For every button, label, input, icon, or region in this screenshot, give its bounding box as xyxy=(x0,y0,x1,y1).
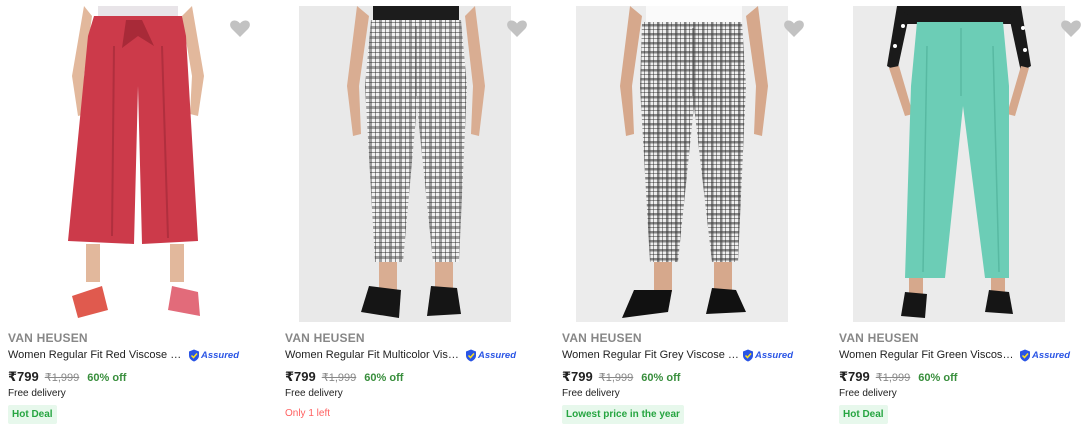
wishlist-heart-icon[interactable] xyxy=(782,16,806,40)
discount-percent: 60% off xyxy=(364,372,404,384)
product-brand: VAN HEUSEN xyxy=(839,331,919,345)
product-image[interactable] xyxy=(22,6,234,322)
product-image[interactable] xyxy=(576,6,788,322)
assured-badge: Assured xyxy=(188,349,239,362)
discount-percent: 60% off xyxy=(87,372,127,384)
product-title-row[interactable]: Women Regular Fit Grey Viscose Rayon Tro… xyxy=(562,347,824,363)
assured-shield-icon xyxy=(743,349,753,361)
assured-shield-icon xyxy=(189,349,199,361)
price-row: ₹799 ₹1,999 60% off xyxy=(8,369,126,385)
stock-note: Only 1 left xyxy=(285,408,331,419)
product-title-row[interactable]: Women Regular Fit Green Viscose Rayon Tr… xyxy=(839,347,1086,363)
delivery-info: Free delivery xyxy=(562,388,620,399)
selling-price: ₹799 xyxy=(8,369,39,384)
deal-badge: Hot Deal xyxy=(839,405,888,424)
product-title[interactable]: Women Regular Fit Grey Viscose Rayon Tro… xyxy=(562,349,740,361)
price-row: ₹799 ₹1,999 60% off xyxy=(562,369,680,385)
product-title[interactable]: Women Regular Fit Green Viscose Rayon Tr… xyxy=(839,349,1017,361)
price-row: ₹799 ₹1,999 60% off xyxy=(839,369,957,385)
price-row: ₹799 ₹1,999 60% off xyxy=(285,369,403,385)
original-price: ₹1,999 xyxy=(598,372,634,384)
assured-label: Assured xyxy=(1032,349,1071,361)
delivery-info: Free delivery xyxy=(839,388,897,399)
product-card[interactable]: VAN HEUSEN Women Regular Fit Green Visco… xyxy=(831,0,1086,434)
selling-price: ₹799 xyxy=(285,369,316,384)
product-title[interactable]: Women Regular Fit Multicolor Viscose Ray… xyxy=(285,349,463,361)
discount-percent: 60% off xyxy=(641,372,681,384)
wishlist-heart-icon[interactable] xyxy=(228,16,252,40)
assured-shield-icon xyxy=(466,349,476,361)
product-brand: VAN HEUSEN xyxy=(562,331,642,345)
product-card[interactable]: VAN HEUSEN Women Regular Fit Red Viscose… xyxy=(0,0,270,434)
delivery-info: Free delivery xyxy=(8,388,66,399)
wishlist-heart-icon[interactable] xyxy=(1059,16,1083,40)
selling-price: ₹799 xyxy=(839,369,870,384)
deal-badge: Hot Deal xyxy=(8,405,57,424)
product-image[interactable] xyxy=(299,6,511,322)
product-card[interactable]: VAN HEUSEN Women Regular Fit Grey Viscos… xyxy=(554,0,824,434)
assured-label: Assured xyxy=(755,349,794,361)
checked-trousers-photo xyxy=(299,6,511,322)
product-title[interactable]: Women Regular Fit Red Viscose Rayon Trou… xyxy=(8,349,186,361)
assured-label: Assured xyxy=(478,349,517,361)
assured-shield-icon xyxy=(1020,349,1030,361)
wishlist-heart-icon[interactable] xyxy=(505,16,529,40)
assured-label: Assured xyxy=(201,349,240,361)
product-image[interactable] xyxy=(853,6,1065,322)
deal-badge: Lowest price in the year xyxy=(562,405,684,424)
selling-price: ₹799 xyxy=(562,369,593,384)
red-culottes-photo xyxy=(22,6,234,322)
product-brand: VAN HEUSEN xyxy=(285,331,365,345)
product-brand: VAN HEUSEN xyxy=(8,331,88,345)
product-title-row[interactable]: Women Regular Fit Multicolor Viscose Ray… xyxy=(285,347,547,363)
assured-badge: Assured xyxy=(742,349,793,362)
delivery-info: Free delivery xyxy=(285,388,343,399)
original-price: ₹1,999 xyxy=(44,372,80,384)
discount-percent: 60% off xyxy=(918,372,958,384)
product-title-row[interactable]: Women Regular Fit Red Viscose Rayon Trou… xyxy=(8,347,270,363)
original-price: ₹1,999 xyxy=(321,372,357,384)
green-trousers-photo xyxy=(853,6,1065,322)
product-grid: VAN HEUSEN Women Regular Fit Red Viscose… xyxy=(0,0,1086,434)
assured-badge: Assured xyxy=(1019,349,1070,362)
product-card[interactable]: VAN HEUSEN Women Regular Fit Multicolor … xyxy=(277,0,547,434)
original-price: ₹1,999 xyxy=(875,372,911,384)
assured-badge: Assured xyxy=(465,349,516,362)
grey-checked-trousers-photo xyxy=(576,6,788,322)
